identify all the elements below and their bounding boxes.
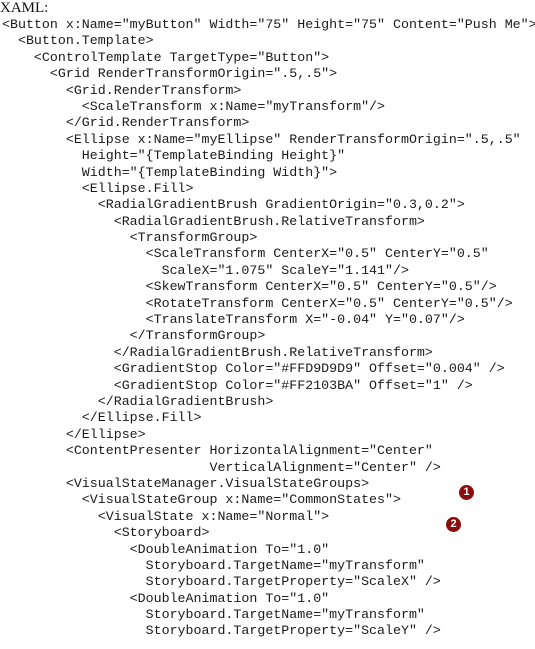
code-line: <TransformGroup> — [2, 230, 258, 246]
code-line: <DoubleAnimation To="1.0" — [2, 541, 330, 557]
code-line: <ScaleTransform CenterX="0.5" CenterY="0… — [2, 246, 489, 262]
code-line: <GradientStop Color="#FFD9D9D9" Offset="… — [2, 361, 505, 377]
code-line: Width="{TemplateBinding Width}"> — [2, 164, 338, 180]
code-line: <RotateTransform CenterX="0.5" CenterY="… — [2, 295, 513, 311]
code-line: <TranslateTransform X="-0.04" Y="0.07"/> — [2, 312, 465, 328]
code-line: Storyboard.TargetName="myTransform" — [2, 557, 425, 573]
code-line: </Ellipse> — [2, 426, 146, 442]
code-line: <GradientStop Color="#FF2103BA" Offset="… — [2, 377, 473, 393]
code-line: <Grid RenderTransformOrigin=".5,.5"> — [2, 66, 338, 82]
code-line: </RadialGradientBrush.RelativeTransform> — [2, 344, 433, 360]
code-line: <Button.Template> — [2, 33, 154, 49]
code-line: <ContentPresenter HorizontalAlignment="C… — [2, 443, 433, 459]
code-line: <RadialGradientBrush GradientOrigin="0.3… — [2, 197, 465, 213]
code-line: </TransformGroup> — [2, 328, 266, 344]
code-line: <Ellipse x:Name="myEllipse" RenderTransf… — [2, 131, 521, 147]
code-line: VerticalAlignment="Center" /> — [2, 459, 441, 475]
code-line: Height="{TemplateBinding Height}" — [2, 148, 346, 164]
code-line: <VisualStateManager.VisualStateGroups> — [2, 475, 370, 491]
code-line: Storyboard.TargetProperty="ScaleX" /> — [2, 574, 441, 590]
code-line: <ScaleTransform x:Name="myTransform"/> — [2, 98, 386, 114]
code-line: ScaleX="1.075" ScaleY="1.141"/> — [2, 262, 409, 278]
xaml-code-listing: <Button x:Name="myButton" Width="75" Hei… — [2, 17, 535, 640]
callout-badge-1: 1 — [459, 485, 474, 500]
code-line: <RadialGradientBrush.RelativeTransform> — [2, 213, 425, 229]
callout-badge-2: 2 — [446, 517, 461, 532]
code-heading: XAML: — [0, 0, 49, 16]
code-line: </Ellipse.Fill> — [2, 410, 202, 426]
code-line: <Grid.RenderTransform> — [2, 82, 242, 98]
code-line: <DoubleAnimation To="1.0" — [2, 590, 330, 606]
code-line: <Button x:Name="myButton" Width="75" Hei… — [2, 17, 535, 32]
code-line: </RadialGradientBrush> — [2, 393, 274, 409]
code-line: <Ellipse.Fill> — [2, 180, 194, 196]
code-line: <ControlTemplate TargetType="Button"> — [2, 49, 330, 65]
code-line: Storyboard.TargetProperty="ScaleY" /> — [2, 623, 441, 639]
code-line: Storyboard.TargetName="myTransform" — [2, 607, 425, 623]
code-line: <SkewTransform CenterX="0.5" CenterY="0.… — [2, 279, 497, 295]
code-line: <VisualStateGroup x:Name="CommonStates"> — [2, 492, 401, 508]
code-line: </Grid.RenderTransform> — [2, 115, 250, 131]
